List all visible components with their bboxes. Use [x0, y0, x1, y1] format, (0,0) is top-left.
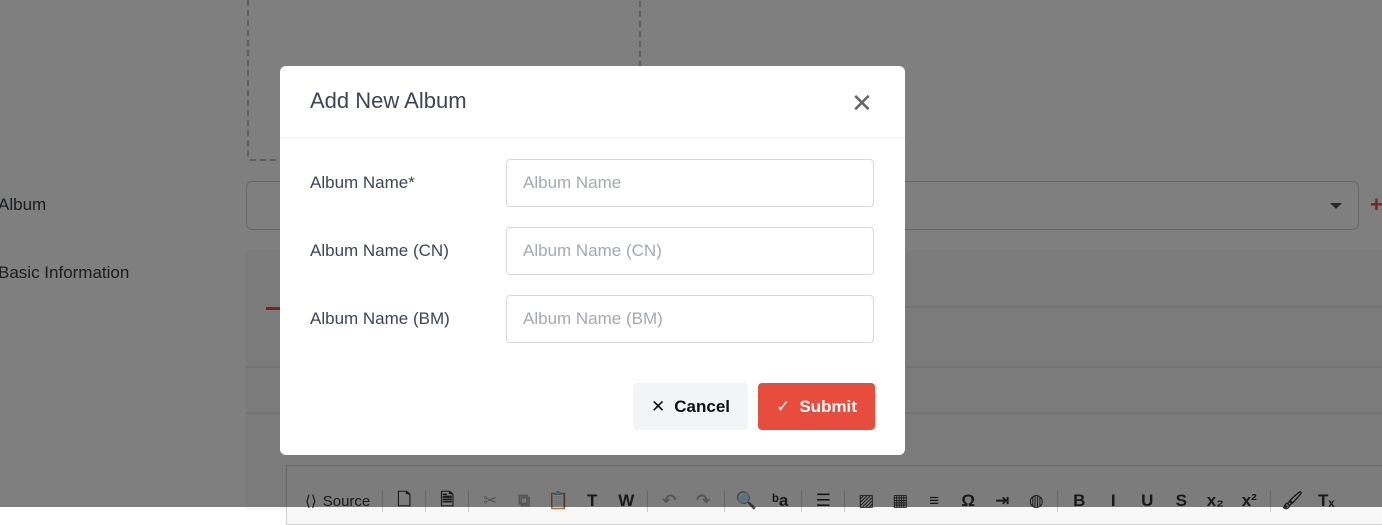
close-icon[interactable]: ✕ — [851, 90, 873, 116]
album-name-cn-label: Album Name (CN) — [310, 241, 449, 260]
album-name-cn-row: Album Name (CN) — [310, 227, 874, 275]
album-name-bm-row: Album Name (BM) — [310, 295, 874, 343]
check-icon: ✓ — [776, 396, 791, 416]
album-name-bm-input[interactable] — [506, 295, 874, 343]
modal-title: Add New Album — [310, 88, 467, 113]
album-name-row: Album Name* — [310, 159, 874, 207]
album-name-label: Album Name* — [310, 173, 415, 192]
add-album-modal: Add New Album ✕ Album Name* Album Name (… — [280, 66, 905, 455]
album-name-bm-label: Album Name (BM) — [310, 309, 450, 328]
album-name-cn-input[interactable] — [506, 227, 874, 275]
close-icon: ✕ — [651, 396, 666, 416]
album-name-input[interactable] — [506, 159, 874, 207]
cancel-button[interactable]: ✕ Cancel — [633, 383, 748, 430]
submit-button[interactable]: ✓ Submit — [758, 383, 875, 430]
modal-header: Add New Album ✕ — [280, 66, 905, 138]
